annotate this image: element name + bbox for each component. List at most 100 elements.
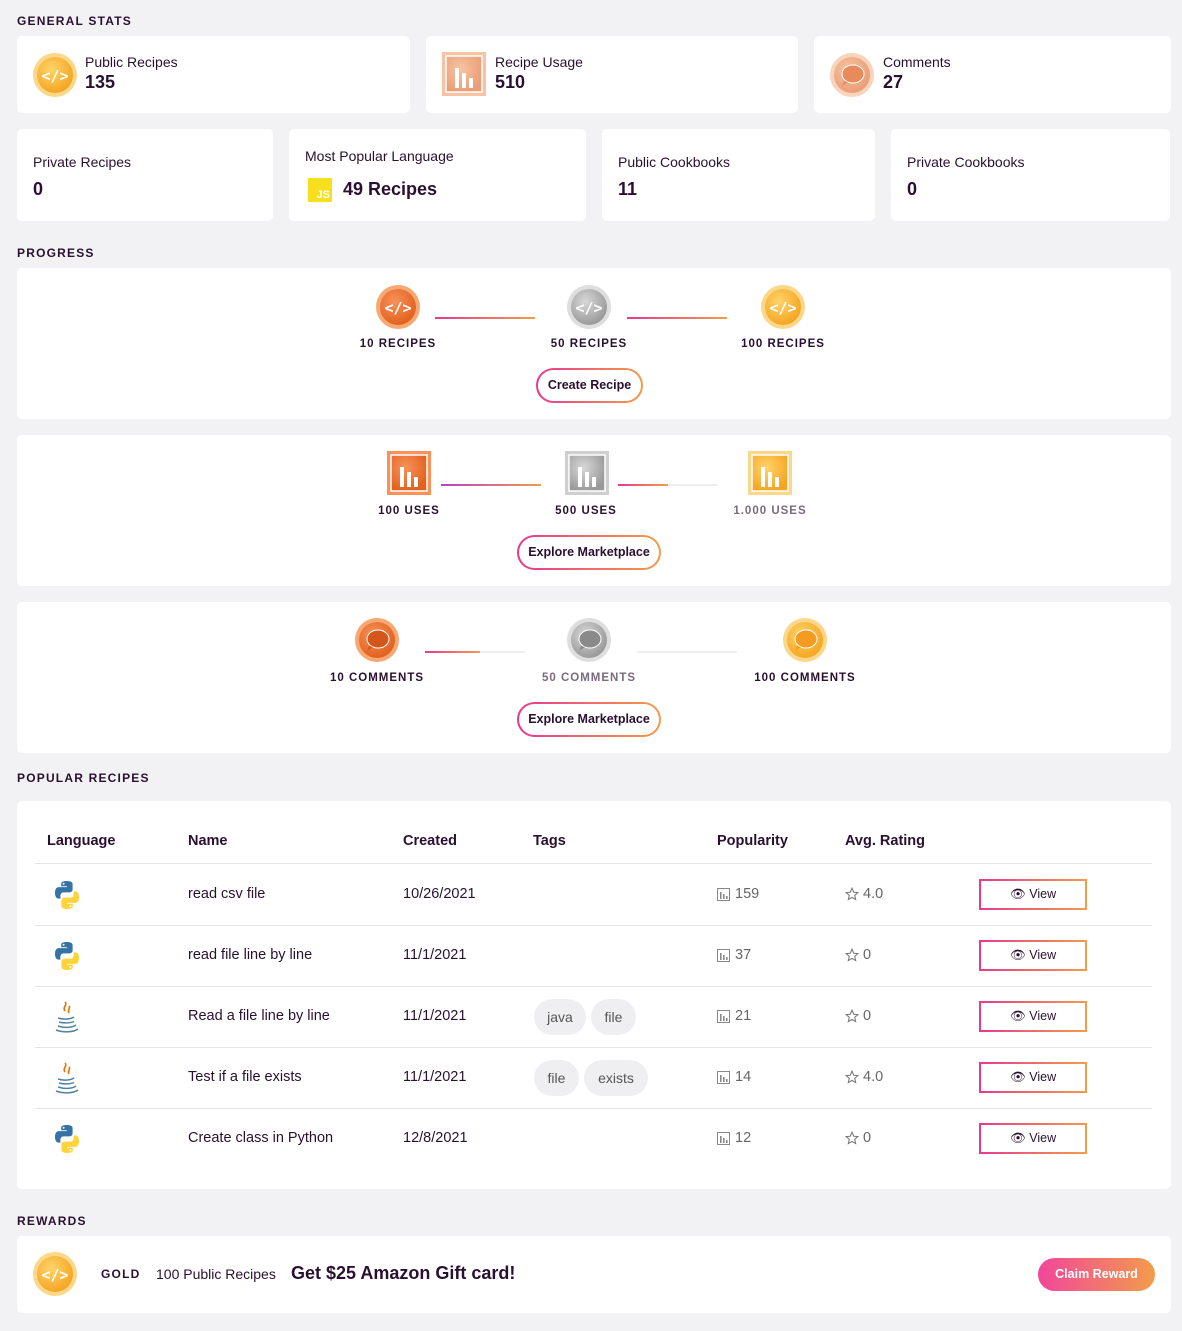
- view-button[interactable]: 👁 View: [979, 940, 1087, 971]
- column-header-language[interactable]: Language: [47, 833, 115, 849]
- python-icon: [51, 1123, 83, 1160]
- recipe-created: 12/8/2021: [403, 1130, 468, 1146]
- stat-value: 0: [33, 179, 44, 199]
- stat-card-comments: Comments 27: [814, 36, 1171, 113]
- bar-chart-icon: [441, 51, 487, 102]
- python-icon: [51, 879, 83, 916]
- stat-value: 27: [883, 72, 904, 92]
- recipe-popularity: 12: [735, 1130, 752, 1146]
- row-divider: [35, 986, 1152, 987]
- eye-icon: 👁: [1009, 1131, 1030, 1145]
- recipe-rating: 0: [863, 1008, 872, 1024]
- milestone-label: 1.000 USES: [733, 505, 807, 517]
- bar-chart-small-icon: [717, 888, 730, 906]
- column-header-name[interactable]: Name: [188, 833, 228, 849]
- stat-value: 510: [495, 72, 526, 92]
- recipe-name[interactable]: Create class in Python: [188, 1130, 333, 1146]
- star-icon: [844, 1069, 860, 1089]
- star-icon: [844, 1130, 860, 1150]
- explore-marketplace-button[interactable]: Explore Marketplace: [517, 535, 661, 570]
- stat-card-private-recipes: Private Recipes 0: [17, 129, 273, 221]
- create-recipe-button[interactable]: Create Recipe: [536, 368, 643, 403]
- progress-connector: [435, 317, 535, 319]
- code-badge-gold-icon: </>: [760, 284, 806, 335]
- bar-chart-small-icon: [717, 1071, 730, 1089]
- svg-text:</>: </>: [769, 299, 796, 317]
- comment-bubble-bronze-icon: [354, 617, 400, 668]
- recipe-created: 10/26/2021: [403, 886, 476, 902]
- column-header-avg-rating[interactable]: Avg. Rating: [845, 833, 925, 849]
- code-badge-silver-icon: </>: [566, 284, 612, 335]
- eye-icon: 👁: [1009, 1070, 1030, 1084]
- stat-value: 0: [907, 179, 918, 199]
- bar-chart-small-icon: [717, 1132, 730, 1150]
- java-icon: [53, 1061, 81, 1100]
- code-badge-bronze-icon: </>: [375, 284, 421, 335]
- section-title-progress: PROGRESS: [17, 246, 95, 260]
- tag-chip[interactable]: file: [534, 1060, 579, 1096]
- stat-label: Comments: [883, 54, 951, 70]
- bar-chart-small-icon: [717, 1010, 730, 1028]
- column-header-created[interactable]: Created: [403, 833, 457, 849]
- svg-text:</>: </>: [384, 299, 411, 317]
- column-header-popularity[interactable]: Popularity: [717, 833, 788, 849]
- eye-icon: 👁: [1009, 948, 1030, 962]
- stat-label: Recipe Usage: [495, 54, 583, 70]
- recipe-popularity: 14: [735, 1069, 752, 1085]
- stat-label: Public Cookbooks: [618, 154, 731, 170]
- row-divider: [35, 925, 1152, 926]
- progress-connector: [627, 317, 727, 319]
- progress-connector-empty: [637, 651, 737, 653]
- progress-connector: [441, 484, 541, 486]
- stat-card-public-recipes: </> Public Recipes 135: [17, 36, 410, 113]
- explore-marketplace-button[interactable]: Explore Marketplace: [517, 702, 661, 737]
- recipe-popularity: 159: [735, 886, 760, 902]
- stat-label: Public Recipes: [85, 54, 178, 70]
- bar-chart-small-icon: [717, 949, 730, 967]
- stat-card-most-popular-language: Most Popular Language JS 49 Recipes: [289, 129, 586, 221]
- eye-icon: 👁: [1009, 887, 1030, 901]
- view-button[interactable]: 👁 View: [979, 1062, 1087, 1093]
- milestone-label: 50 COMMENTS: [541, 672, 637, 684]
- recipe-name[interactable]: read csv file: [188, 886, 265, 902]
- bar-chart-gold-icon: [747, 450, 793, 501]
- recipe-name[interactable]: Test if a file exists: [188, 1069, 302, 1085]
- recipe-name[interactable]: read file line by line: [188, 947, 312, 963]
- milestone-label: 100 USES: [378, 505, 440, 517]
- column-header-tags[interactable]: Tags: [533, 833, 566, 849]
- svg-text:</>: </>: [41, 1266, 68, 1284]
- code-badge-icon: </>: [32, 52, 78, 103]
- reward-card: </> GOLD 100 Public Recipes Get $25 Amaz…: [17, 1236, 1171, 1313]
- eye-icon: 👁: [1009, 1009, 1030, 1023]
- milestone-label: 100 RECIPES: [741, 338, 825, 350]
- tag-chip[interactable]: file: [591, 999, 636, 1035]
- recipe-rating: 0: [863, 947, 872, 963]
- view-button[interactable]: 👁 View: [979, 1123, 1087, 1154]
- stat-card-public-cookbooks: Public Cookbooks 11: [602, 129, 875, 221]
- section-title-general-stats: GENERAL STATS: [17, 14, 132, 28]
- svg-text:</>: </>: [41, 67, 68, 85]
- tag-chip[interactable]: java: [534, 999, 586, 1035]
- recipe-rating: 0: [863, 1130, 872, 1146]
- view-button[interactable]: 👁 View: [979, 879, 1087, 910]
- stat-value: 135: [85, 72, 116, 92]
- code-badge-gold-icon: </>: [32, 1251, 78, 1302]
- star-icon: [844, 1008, 860, 1028]
- java-icon: [53, 1000, 81, 1039]
- milestone-label: 50 RECIPES: [550, 338, 628, 350]
- view-button[interactable]: 👁 View: [979, 1001, 1087, 1032]
- svg-text:</>: </>: [575, 299, 602, 317]
- javascript-icon: JS: [308, 178, 332, 202]
- tag-chip[interactable]: exists: [584, 1060, 648, 1096]
- stat-label: Most Popular Language: [305, 148, 454, 164]
- star-icon: [844, 886, 860, 906]
- recipe-name[interactable]: Read a file line by line: [188, 1008, 330, 1024]
- section-title-rewards: REWARDS: [17, 1214, 87, 1228]
- milestone-label: 10 RECIPES: [359, 338, 437, 350]
- comment-bubble-icon: [829, 52, 875, 103]
- section-title-popular-recipes: POPULAR RECIPES: [17, 771, 150, 785]
- stat-value: 49 Recipes: [343, 179, 438, 199]
- comment-bubble-gold-icon: [782, 617, 828, 668]
- recipe-rating: 4.0: [863, 886, 884, 902]
- claim-reward-button[interactable]: Claim Reward: [1038, 1258, 1155, 1291]
